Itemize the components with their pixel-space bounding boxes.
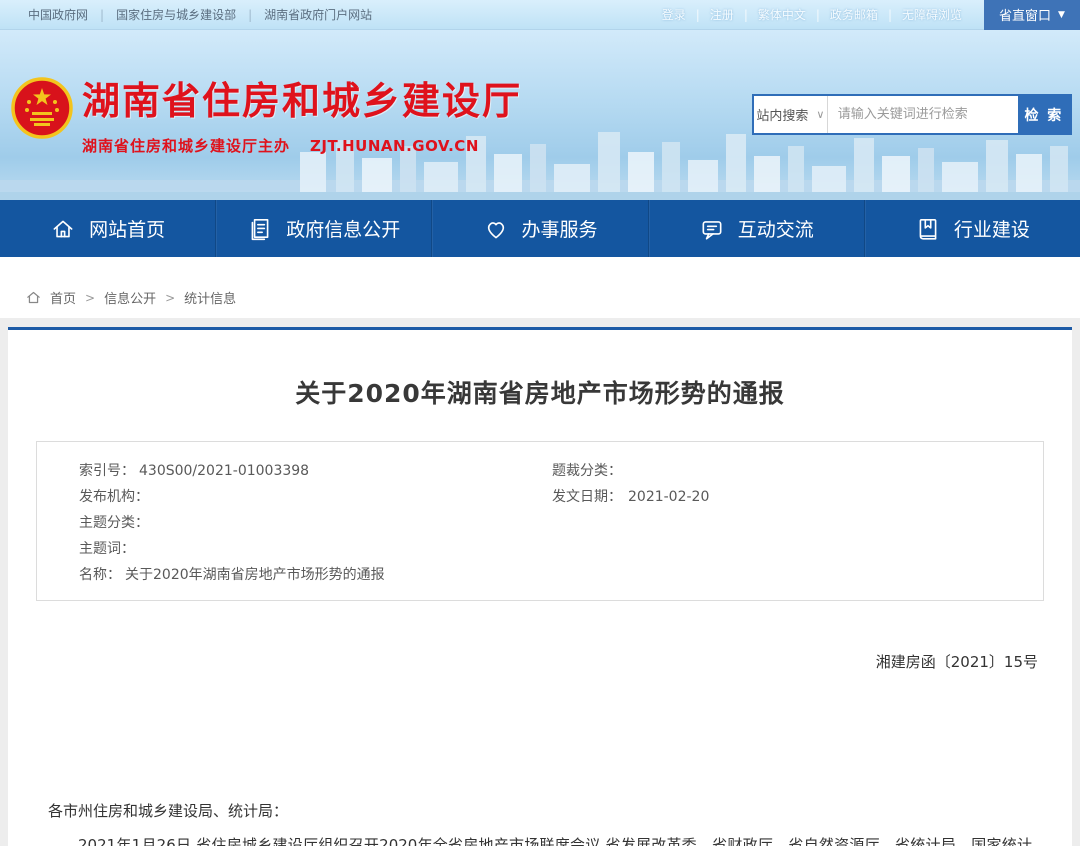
site-title: 湖南省住房和城乡建设厅: [82, 70, 522, 125]
breadcrumb-item-info-disclosure[interactable]: 信息公开: [104, 288, 156, 307]
heart-icon: [483, 216, 509, 242]
search-scope-label: 站内搜索: [756, 105, 808, 124]
chat-icon: [699, 216, 725, 242]
meta-row: 主题词：: [37, 536, 1043, 562]
meta-label: 题裁分类：: [552, 458, 622, 484]
topbar-link-china-gov[interactable]: 中国政府网: [16, 6, 100, 23]
topbar-link-traditional-chinese[interactable]: 繁体中文: [748, 6, 816, 23]
home-icon: [50, 216, 76, 242]
meta-value: 430S00/2021-01003398: [139, 458, 309, 484]
nav-label: 网站首页: [89, 215, 165, 242]
chevron-down-icon: ∨: [816, 108, 824, 121]
meta-label: 主题分类：: [79, 510, 149, 536]
national-emblem-logo: [10, 76, 74, 140]
breadcrumb-separator: >: [85, 291, 95, 305]
provincial-window-label: 省直窗口: [999, 5, 1051, 24]
meta-empty: [540, 536, 1043, 562]
breadcrumb-item-statistics[interactable]: 统计信息: [184, 288, 236, 307]
search-scope-select[interactable]: 站内搜索 ∨: [754, 96, 828, 133]
article-container: 关于2020年湖南省房地产市场形势的通报 索引号： 430S00/2021-01…: [8, 327, 1072, 846]
topbar-link-hunan-portal[interactable]: 湖南省政府门户网站: [252, 6, 384, 23]
site-identity: 湖南省住房和城乡建设厅 湖南省住房和城乡建设厅主办 ZJT.HUNAN.GOV.…: [82, 70, 522, 156]
meta-keywords: 主题词：: [37, 536, 540, 562]
meta-label: 主题词：: [79, 536, 135, 562]
nav-item-industry[interactable]: 行业建设: [864, 200, 1080, 257]
article-title: 关于2020年湖南省房地产市场形势的通报: [8, 374, 1072, 410]
article-meta-box: 索引号： 430S00/2021-01003398 题裁分类： 发布机构： 发文…: [36, 441, 1044, 601]
provincial-window-dropdown[interactable]: 省直窗口 ▼: [984, 0, 1080, 30]
meta-label: 发布机构：: [79, 484, 149, 510]
chevron-down-icon: ▼: [1058, 10, 1065, 20]
topbar-link-mohurd[interactable]: 国家住房与城乡建设部: [104, 6, 248, 23]
breadcrumb-separator: >: [165, 291, 175, 305]
meta-label: 索引号：: [79, 458, 135, 484]
topbar-link-register[interactable]: 注册: [700, 6, 744, 23]
meta-row: 发布机构： 发文日期： 2021-02-20: [37, 484, 1043, 510]
book-icon: [915, 216, 941, 242]
site-subtitle: 湖南省住房和城乡建设厅主办: [82, 135, 290, 156]
nav-label: 办事服务: [522, 215, 598, 242]
topbar-right-links: 登录 | 注册 | 繁体中文 | 政务邮箱 | 无障碍浏览 省直窗口 ▼: [652, 0, 1080, 30]
site-subline: 湖南省住房和城乡建设厅主办 ZJT.HUNAN.GOV.CN: [82, 135, 522, 156]
site-url: ZJT.HUNAN.GOV.CN: [310, 137, 479, 155]
meta-empty: [540, 510, 1043, 536]
topbar-left-links: 中国政府网 | 国家住房与城乡建设部 | 湖南省政府门户网站: [0, 6, 384, 23]
meta-label: 发文日期：: [552, 484, 622, 510]
search-button[interactable]: 检 索: [1018, 96, 1070, 133]
meta-date: 发文日期： 2021-02-20: [540, 484, 1043, 510]
nav-item-info-disclosure[interactable]: 政府信息公开: [215, 200, 431, 257]
meta-row: 名称： 关于2020年湖南省房地产市场形势的通报: [37, 562, 1043, 588]
meta-row: 索引号： 430S00/2021-01003398 题裁分类：: [37, 458, 1043, 484]
article-salutation: 各市州住房和城乡建设局、统计局：: [48, 794, 1032, 828]
meta-topic: 主题分类：: [37, 510, 540, 536]
breadcrumb: 首页 > 信息公开 > 统计信息: [0, 257, 1080, 318]
meta-index: 索引号： 430S00/2021-01003398: [37, 458, 540, 484]
meta-genre: 题裁分类：: [540, 458, 1043, 484]
meta-label: 名称：: [79, 562, 121, 588]
nav-label: 行业建设: [954, 215, 1030, 242]
nav-item-interaction[interactable]: 互动交流: [648, 200, 864, 257]
search-input[interactable]: [828, 96, 1018, 133]
topbar-link-login[interactable]: 登录: [652, 6, 696, 23]
meta-empty: [540, 562, 1043, 588]
nav-label: 政府信息公开: [286, 215, 400, 242]
topbar-link-accessibility[interactable]: 无障碍浏览: [892, 6, 972, 23]
topbar-link-gov-mail[interactable]: 政务邮箱: [820, 6, 888, 23]
article-body: 各市州住房和城乡建设局、统计局： 2021年1月26日,省住房城乡建设厅组织召开…: [48, 794, 1032, 846]
home-icon: [26, 290, 41, 305]
meta-issuer: 发布机构：: [37, 484, 540, 510]
document-icon: [247, 216, 273, 242]
main-navigation: 网站首页 政府信息公开 办事服务 互动交流 行业建设: [0, 200, 1080, 257]
nav-item-services[interactable]: 办事服务: [431, 200, 647, 257]
meta-value: 2021-02-20: [628, 484, 709, 510]
meta-name: 名称： 关于2020年湖南省房地产市场形势的通报: [37, 562, 540, 588]
site-banner: 湖南省住房和城乡建设厅 湖南省住房和城乡建设厅主办 ZJT.HUNAN.GOV.…: [0, 30, 1080, 200]
nav-label: 互动交流: [738, 215, 814, 242]
meta-value: 关于2020年湖南省房地产市场形势的通报: [125, 562, 385, 588]
meta-row: 主题分类：: [37, 510, 1043, 536]
top-utility-bar: 中国政府网 | 国家住房与城乡建设部 | 湖南省政府门户网站 登录 | 注册 |…: [0, 0, 1080, 30]
breadcrumb-item-home[interactable]: 首页: [50, 288, 76, 307]
nav-item-home[interactable]: 网站首页: [0, 200, 215, 257]
site-search-bar: 站内搜索 ∨ 检 索: [752, 94, 1072, 135]
article-paragraph: 2021年1月26日,省住房城乡建设厅组织召开2020年全省房地产市场联席会议,…: [48, 828, 1032, 846]
document-number: 湘建房函〔2021〕15号: [8, 651, 1072, 672]
